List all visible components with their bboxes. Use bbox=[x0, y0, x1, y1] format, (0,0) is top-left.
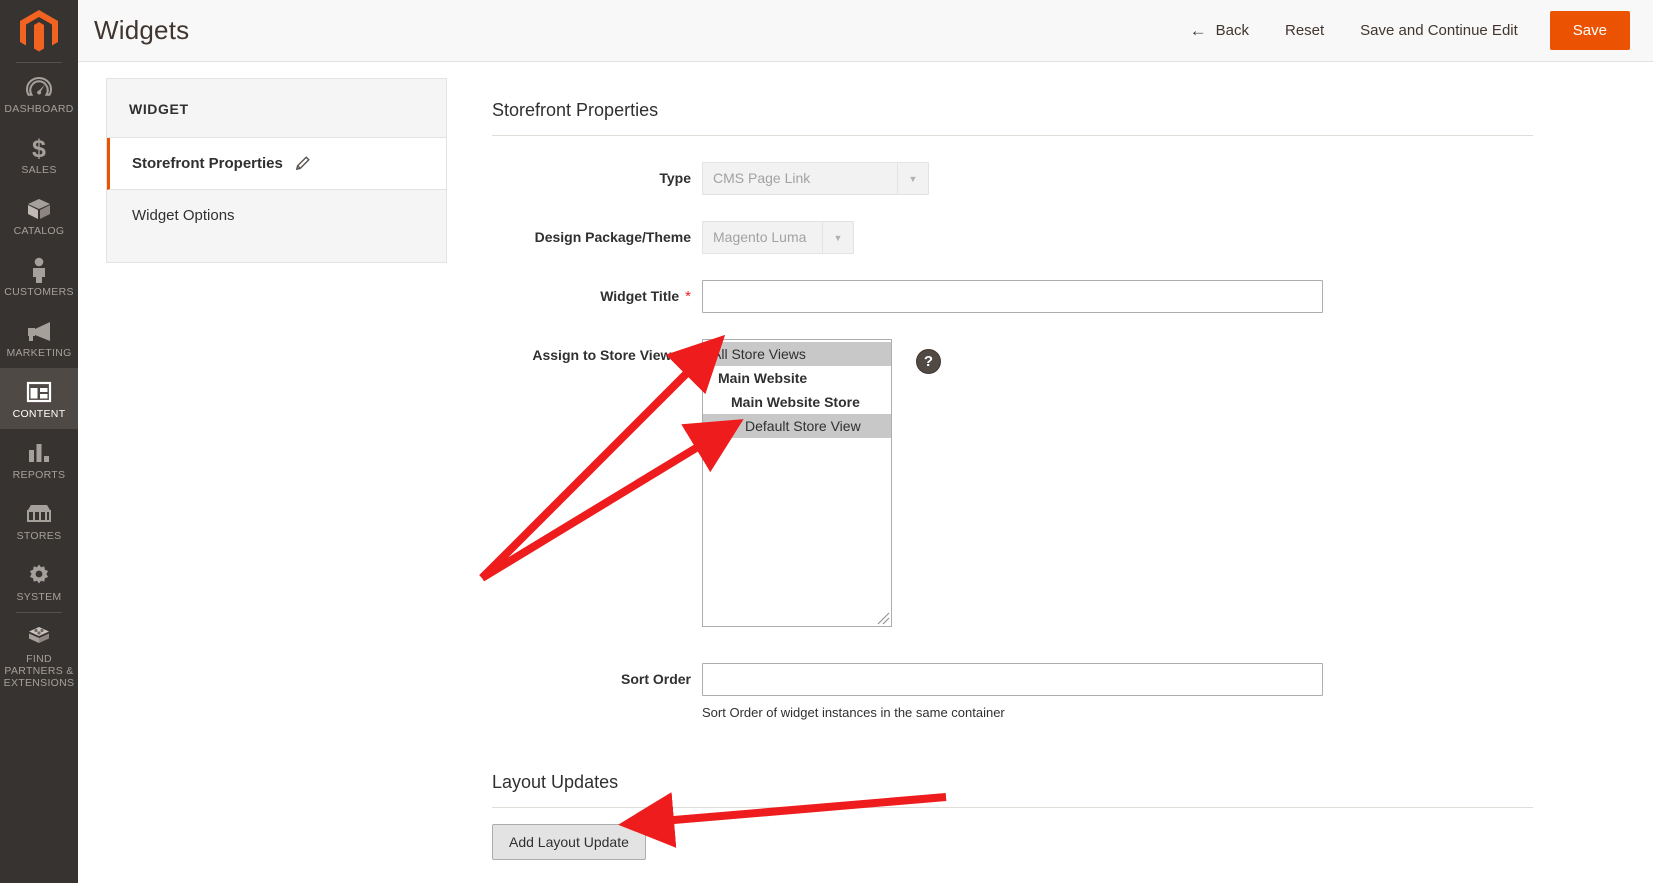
sidebar-item-label: MARKETING bbox=[6, 347, 72, 359]
type-label: Type bbox=[659, 170, 691, 186]
storefront-properties-form: Storefront Properties Type CMS Page Link… bbox=[492, 78, 1653, 860]
resize-handle-icon[interactable] bbox=[877, 612, 890, 625]
megaphone-icon bbox=[26, 318, 52, 344]
field-row-store-views: Assign to Store Views * All Store Views M… bbox=[492, 339, 1533, 627]
svg-text:$: $ bbox=[32, 135, 46, 161]
admin-sidebar: DASHBOARD $ SALES CATALOG CUSTOMERS MARK… bbox=[0, 0, 78, 883]
type-control: CMS Page Link ▼ bbox=[702, 162, 929, 195]
sidebar-item-label: REPORTS bbox=[12, 469, 66, 481]
header-actions: ← Back Reset Save and Continue Edit Save bbox=[1172, 11, 1630, 50]
store-views-label-text: Assign to Store Views bbox=[532, 347, 680, 363]
add-layout-update-button[interactable]: Add Layout Update bbox=[492, 824, 646, 860]
gear-icon bbox=[27, 562, 51, 588]
layout-panel-icon bbox=[26, 379, 52, 405]
store-view-option-main-website[interactable]: Main Website bbox=[703, 366, 891, 390]
bar-chart-icon bbox=[27, 440, 51, 466]
field-row-type: Type CMS Page Link ▼ bbox=[492, 162, 1533, 195]
sidebar-item-marketing[interactable]: MARKETING bbox=[0, 307, 78, 368]
sidebar-item-reports[interactable]: REPORTS bbox=[0, 429, 78, 490]
tab-label: Storefront Properties bbox=[132, 155, 283, 172]
sidebar-item-label: STORES bbox=[16, 530, 62, 542]
required-asterisk: * bbox=[685, 347, 691, 364]
dashboard-gauge-icon bbox=[26, 74, 52, 100]
question-mark-help-icon[interactable]: ? bbox=[916, 349, 941, 374]
sidebar-item-label: FIND PARTNERS & EXTENSIONS bbox=[3, 653, 75, 689]
sort-order-control: Sort Order of widget instances in the sa… bbox=[702, 663, 1323, 720]
storefront-awning-icon bbox=[26, 501, 52, 527]
page-title: Widgets bbox=[94, 15, 190, 45]
reset-button-label: Reset bbox=[1284, 22, 1325, 39]
widget-title-control bbox=[702, 280, 1323, 313]
section-title-layout-updates: Layout Updates bbox=[492, 772, 1533, 808]
tab-label: Widget Options bbox=[132, 207, 235, 224]
tab-storefront-properties[interactable]: Storefront Properties bbox=[107, 138, 446, 190]
field-row-design-theme: Design Package/Theme Magento Luma ▼ bbox=[492, 221, 1533, 254]
design-theme-control: Magento Luma ▼ bbox=[702, 221, 854, 254]
widget-title-label: Widget Title * bbox=[492, 280, 691, 305]
design-theme-select[interactable]: Magento Luma ▼ bbox=[702, 221, 854, 254]
sidebar-item-system[interactable]: SYSTEM bbox=[0, 551, 78, 612]
chevron-down-icon: ▼ bbox=[897, 163, 928, 194]
sidebar-item-find-partners[interactable]: FIND PARTNERS & EXTENSIONS bbox=[0, 613, 78, 698]
sidebar-item-sales[interactable]: $ SALES bbox=[0, 124, 78, 185]
sort-order-label: Sort Order bbox=[620, 671, 691, 687]
tab-widget-options[interactable]: Widget Options bbox=[107, 190, 446, 241]
type-select-value: CMS Page Link bbox=[713, 170, 811, 186]
design-theme-select-value: Magento Luma bbox=[713, 229, 807, 245]
magento-logo[interactable] bbox=[0, 0, 78, 62]
widget-tabs-heading: WIDGET bbox=[107, 79, 446, 138]
sidebar-item-label: SYSTEM bbox=[16, 591, 62, 603]
sidebar-item-dashboard[interactable]: DASHBOARD bbox=[0, 63, 78, 124]
widget-title-input[interactable] bbox=[702, 280, 1323, 313]
box-icon bbox=[26, 196, 52, 222]
admin-page: DASHBOARD $ SALES CATALOG CUSTOMERS MARK… bbox=[0, 0, 1653, 883]
sort-order-input[interactable] bbox=[702, 663, 1323, 696]
reset-button[interactable]: Reset bbox=[1267, 14, 1342, 47]
sidebar-item-label: SALES bbox=[21, 164, 57, 176]
pencil-edit-icon bbox=[295, 156, 310, 171]
main-content: Widgets ← Back Reset Save and Continue E… bbox=[78, 0, 1653, 883]
page-header: Widgets ← Back Reset Save and Continue E… bbox=[78, 0, 1653, 62]
back-button[interactable]: ← Back bbox=[1172, 14, 1267, 47]
widget-tabs-panel: WIDGET Storefront Properties Widget Opti… bbox=[106, 78, 447, 263]
type-select[interactable]: CMS Page Link ▼ bbox=[702, 162, 929, 195]
store-view-option-all[interactable]: All Store Views bbox=[703, 342, 891, 366]
back-button-label: Back bbox=[1215, 22, 1249, 39]
save-button[interactable]: Save bbox=[1549, 11, 1630, 50]
sort-order-hint: Sort Order of widget instances in the sa… bbox=[702, 705, 1005, 720]
extension-block-icon bbox=[26, 624, 52, 650]
section-title-storefront-properties: Storefront Properties bbox=[492, 78, 1533, 136]
person-icon bbox=[30, 257, 48, 283]
sidebar-item-label: DASHBOARD bbox=[4, 103, 74, 115]
field-row-sort-order: Sort Order Sort Order of widget instance… bbox=[492, 663, 1533, 720]
sidebar-item-label: CUSTOMERS bbox=[4, 286, 74, 298]
save-continue-label: Save and Continue Edit bbox=[1360, 22, 1518, 39]
store-views-label: Assign to Store Views * bbox=[492, 339, 691, 364]
store-view-option-default-store-view[interactable]: Default Store View bbox=[703, 414, 891, 438]
required-asterisk: * bbox=[685, 288, 691, 305]
sidebar-item-catalog[interactable]: CATALOG bbox=[0, 185, 78, 246]
widget-title-label-text: Widget Title bbox=[600, 288, 680, 304]
sidebar-item-label: CONTENT bbox=[12, 408, 66, 420]
sidebar-item-label: CATALOG bbox=[13, 225, 65, 237]
save-and-continue-edit-button[interactable]: Save and Continue Edit bbox=[1342, 14, 1536, 47]
field-row-widget-title: Widget Title * bbox=[492, 280, 1533, 313]
dollar-sign-icon: $ bbox=[29, 135, 49, 161]
page-body: WIDGET Storefront Properties Widget Opti… bbox=[78, 62, 1653, 860]
store-views-control: All Store Views Main Website Main Websit… bbox=[702, 339, 941, 627]
store-view-option-main-website-store[interactable]: Main Website Store bbox=[703, 390, 891, 414]
sidebar-item-content[interactable]: CONTENT bbox=[0, 368, 78, 429]
design-theme-label: Design Package/Theme bbox=[534, 229, 691, 245]
sidebar-item-customers[interactable]: CUSTOMERS bbox=[0, 246, 78, 307]
sidebar-item-stores[interactable]: STORES bbox=[0, 490, 78, 551]
arrow-left-icon: ← bbox=[1189, 21, 1207, 40]
store-views-multiselect[interactable]: All Store Views Main Website Main Websit… bbox=[702, 339, 892, 627]
chevron-down-icon: ▼ bbox=[822, 222, 853, 253]
